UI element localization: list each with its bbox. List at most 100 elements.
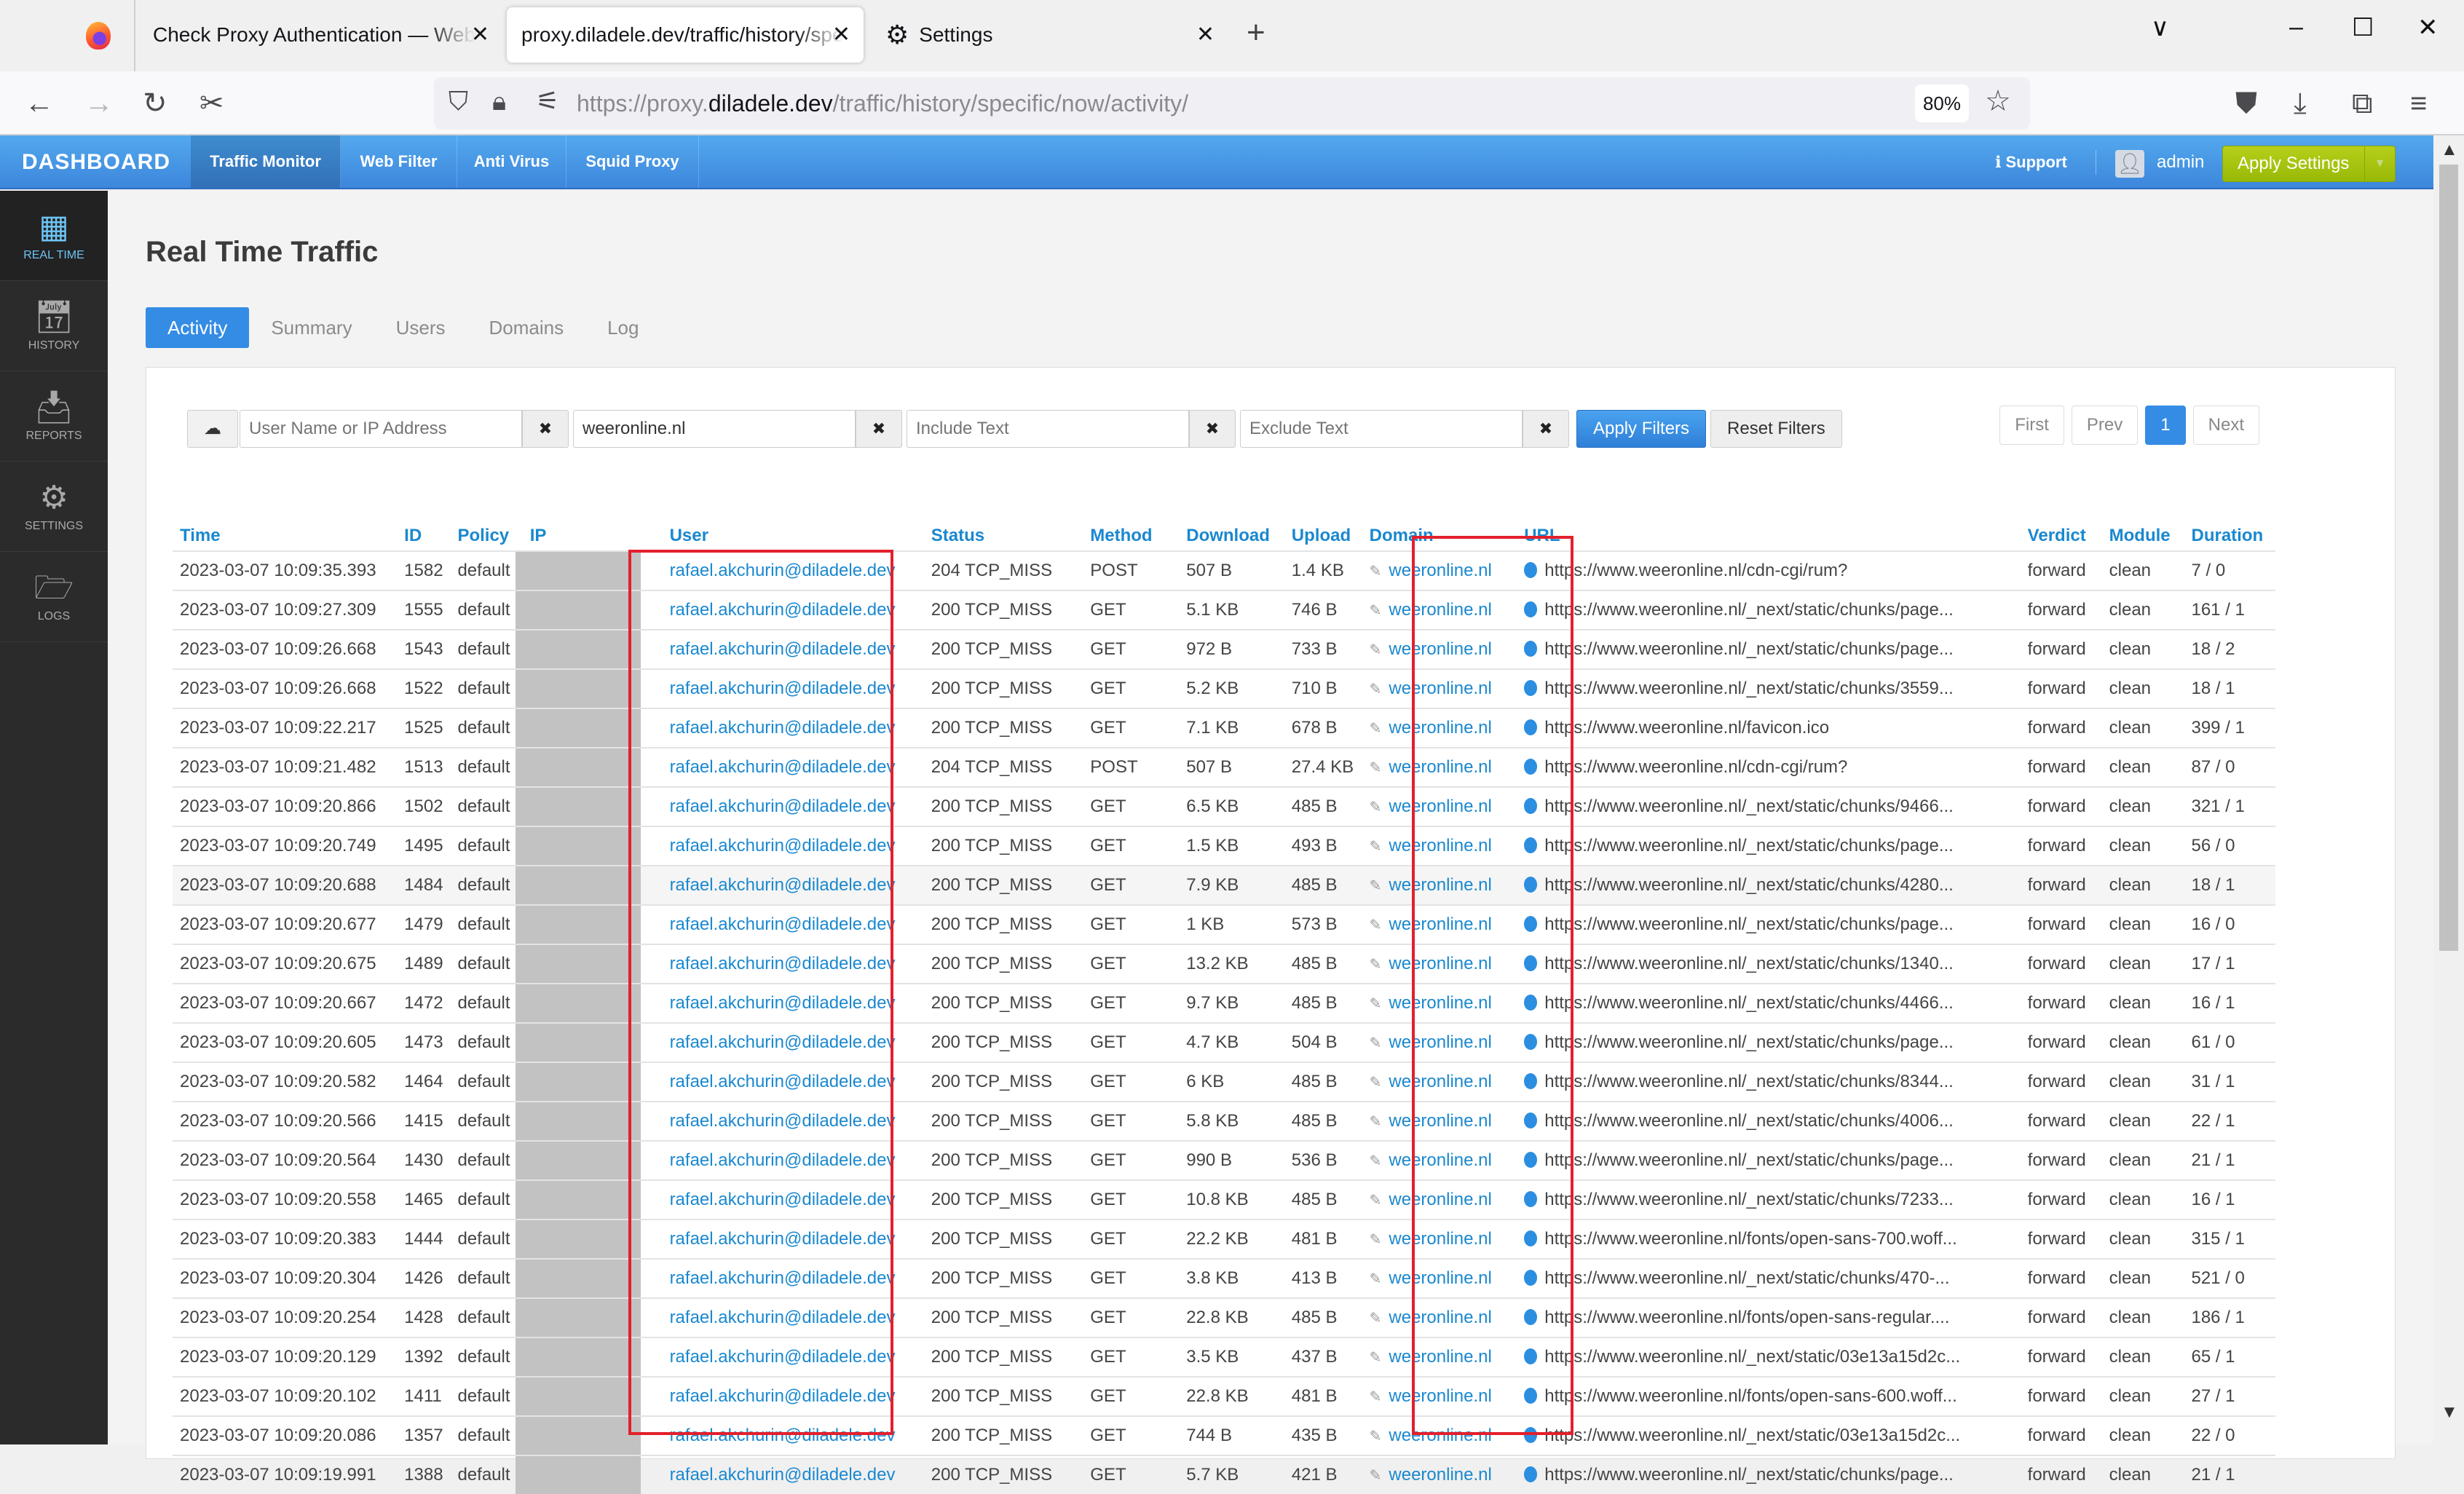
address-bar[interactable]: ⛉ 🔒︎ ⚟ https://proxy.diladele.dev/traffi…: [434, 77, 2030, 130]
globe-icon[interactable]: [1524, 1348, 1538, 1364]
column-header-method[interactable]: Method: [1083, 513, 1179, 551]
tab-users[interactable]: Users: [374, 307, 467, 348]
nav-web-filter[interactable]: Web Filter: [341, 135, 457, 188]
column-header-status[interactable]: Status: [924, 513, 1083, 551]
exclude-text-input[interactable]: [1240, 410, 1523, 448]
domain-filter-input[interactable]: [573, 410, 856, 448]
table-row[interactable]: 2023-03-07 10:09:20.086 1357 default rafael…: [173, 1415, 2275, 1455]
column-header-time[interactable]: Time: [173, 513, 397, 551]
edit-icon[interactable]: ✎: [1370, 917, 1382, 933]
domain-link[interactable]: weeronline.nl: [1389, 1190, 1491, 1209]
table-row[interactable]: 2023-03-07 10:09:20.605 1473 default rafael…: [173, 1022, 2275, 1062]
admin-user-link[interactable]: admin: [2157, 135, 2204, 189]
globe-icon[interactable]: [1524, 1073, 1538, 1089]
zoom-level-badge[interactable]: 80%: [1915, 84, 1969, 122]
domain-link[interactable]: weeronline.nl: [1389, 993, 1491, 1013]
column-header-duration[interactable]: Duration: [2184, 513, 2275, 551]
globe-icon[interactable]: [1524, 759, 1538, 775]
user-link[interactable]: rafael.akchurin@diladele.dev: [670, 875, 896, 895]
close-tab-icon[interactable]: ✕: [471, 22, 489, 47]
edit-icon[interactable]: ✎: [1370, 642, 1382, 658]
clear-domain-filter-button[interactable]: ✖: [856, 410, 902, 448]
globe-icon[interactable]: [1524, 562, 1538, 578]
table-row[interactable]: 2023-03-07 10:09:21.482 1513 default rafael…: [173, 747, 2275, 787]
include-text-input[interactable]: [907, 410, 1189, 448]
table-row[interactable]: 2023-03-07 10:09:35.393 1582 default rafael…: [173, 550, 2275, 590]
column-header-ip[interactable]: IP: [523, 513, 663, 551]
shield-icon[interactable]: ⛉: [449, 86, 468, 117]
user-link[interactable]: rafael.akchurin@diladele.dev: [670, 1386, 896, 1406]
domain-link[interactable]: weeronline.nl: [1389, 1386, 1491, 1406]
column-header-user[interactable]: User: [663, 513, 924, 551]
permissions-icon[interactable]: ⚟: [536, 86, 559, 116]
user-link[interactable]: rafael.akchurin@diladele.dev: [670, 797, 896, 816]
domain-link[interactable]: weeronline.nl: [1389, 1111, 1491, 1131]
hamburger-menu-icon[interactable]: ≡: [2410, 86, 2427, 121]
clear-exclude-filter-button[interactable]: ✖: [1523, 410, 1569, 448]
apply-settings-dropdown-caret-icon[interactable]: ▼: [2364, 146, 2395, 181]
edit-icon[interactable]: ✎: [1370, 957, 1382, 973]
user-link[interactable]: rafael.akchurin@diladele.dev: [670, 718, 896, 738]
domain-link[interactable]: weeronline.nl: [1389, 1268, 1491, 1288]
sidebar-item-logs[interactable]: 🗁 LOGS: [0, 552, 108, 642]
globe-icon[interactable]: [1524, 1112, 1538, 1129]
table-row[interactable]: 2023-03-07 10:09:20.383 1444 default rafael…: [173, 1219, 2275, 1259]
domain-link[interactable]: weeronline.nl: [1389, 600, 1491, 620]
user-link[interactable]: rafael.akchurin@diladele.dev: [670, 1111, 896, 1131]
clear-include-filter-button[interactable]: ✖: [1189, 410, 1236, 448]
maximize-button[interactable]: ☐: [2352, 13, 2374, 42]
globe-icon[interactable]: [1524, 1152, 1538, 1168]
edit-icon[interactable]: ✎: [1370, 681, 1382, 697]
domain-link[interactable]: weeronline.nl: [1389, 954, 1491, 973]
user-link[interactable]: rafael.akchurin@diladele.dev: [670, 679, 896, 698]
edit-icon[interactable]: ✎: [1370, 1468, 1382, 1484]
table-row[interactable]: 2023-03-07 10:09:20.558 1465 default rafael…: [173, 1179, 2275, 1220]
column-header-verdict[interactable]: Verdict: [2021, 513, 2102, 551]
scroll-down-arrow-icon[interactable]: ▼: [2441, 1402, 2458, 1423]
user-link[interactable]: rafael.akchurin@diladele.dev: [670, 1308, 896, 1327]
domain-link[interactable]: weeronline.nl: [1389, 718, 1491, 738]
domain-link[interactable]: weeronline.nl: [1389, 836, 1491, 855]
url-text[interactable]: https://proxy.diladele.dev/traffic/histo…: [577, 90, 1188, 117]
user-link[interactable]: rafael.akchurin@diladele.dev: [670, 1229, 896, 1249]
table-row[interactable]: 2023-03-07 10:09:20.564 1430 default rafael…: [173, 1140, 2275, 1180]
extensions-puzzle-icon[interactable]: ⧉: [2352, 86, 2373, 121]
tab-list-chevron-icon[interactable]: ∨: [2151, 13, 2169, 42]
table-row[interactable]: 2023-03-07 10:09:20.688 1484 default rafael…: [173, 865, 2275, 905]
firefox-logo-icon[interactable]: [86, 22, 111, 50]
tab-activity[interactable]: Activity: [146, 307, 250, 348]
table-row[interactable]: 2023-03-07 10:09:20.667 1472 default rafael…: [173, 983, 2275, 1023]
domain-link[interactable]: weeronline.nl: [1389, 1032, 1491, 1052]
reload-icon[interactable]: ↻: [143, 86, 167, 121]
apply-settings-button[interactable]: Apply Settings ▼: [2222, 146, 2396, 182]
edit-icon[interactable]: ✎: [1370, 1428, 1382, 1444]
table-row[interactable]: 2023-03-07 10:09:20.304 1426 default rafael…: [173, 1258, 2275, 1298]
user-link[interactable]: rafael.akchurin@diladele.dev: [670, 1072, 896, 1091]
scroll-up-arrow-icon[interactable]: ▲: [2441, 140, 2458, 160]
domain-link[interactable]: weeronline.nl: [1389, 1150, 1491, 1170]
domain-link[interactable]: weeronline.nl: [1389, 875, 1491, 895]
download-icon[interactable]: ⤓: [2294, 86, 2307, 121]
edit-icon[interactable]: ✎: [1370, 1114, 1382, 1130]
user-link[interactable]: rafael.akchurin@diladele.dev: [670, 600, 896, 620]
globe-icon[interactable]: [1524, 641, 1538, 657]
forward-arrow-icon[interactable]: →: [84, 86, 114, 121]
edit-icon[interactable]: ✎: [1370, 564, 1382, 580]
dashboard-brand-link[interactable]: DASHBOARD: [22, 135, 170, 189]
table-row[interactable]: 2023-03-07 10:09:26.668 1522 default rafael…: [173, 668, 2275, 708]
nav-anti-virus[interactable]: Anti Virus: [457, 135, 566, 188]
edit-icon[interactable]: ✎: [1370, 1350, 1382, 1366]
table-row[interactable]: 2023-03-07 10:09:20.677 1479 default rafael…: [173, 904, 2275, 944]
edit-icon[interactable]: ✎: [1370, 996, 1382, 1012]
table-row[interactable]: 2023-03-07 10:09:27.309 1555 default rafael…: [173, 590, 2275, 630]
domain-link[interactable]: weeronline.nl: [1389, 1347, 1491, 1367]
user-link[interactable]: rafael.akchurin@diladele.dev: [670, 836, 896, 855]
column-header-domain[interactable]: Domain: [1362, 513, 1517, 551]
edit-icon[interactable]: ✎: [1370, 1193, 1382, 1209]
pocket-icon[interactable]: ⛊: [2235, 86, 2257, 121]
user-link[interactable]: rafael.akchurin@diladele.dev: [670, 1190, 896, 1209]
user-link[interactable]: rafael.akchurin@diladele.dev: [670, 561, 896, 580]
user-link[interactable]: rafael.akchurin@diladele.dev: [670, 1150, 896, 1170]
globe-icon[interactable]: [1524, 1270, 1538, 1286]
user-link[interactable]: rafael.akchurin@diladele.dev: [670, 1032, 896, 1052]
